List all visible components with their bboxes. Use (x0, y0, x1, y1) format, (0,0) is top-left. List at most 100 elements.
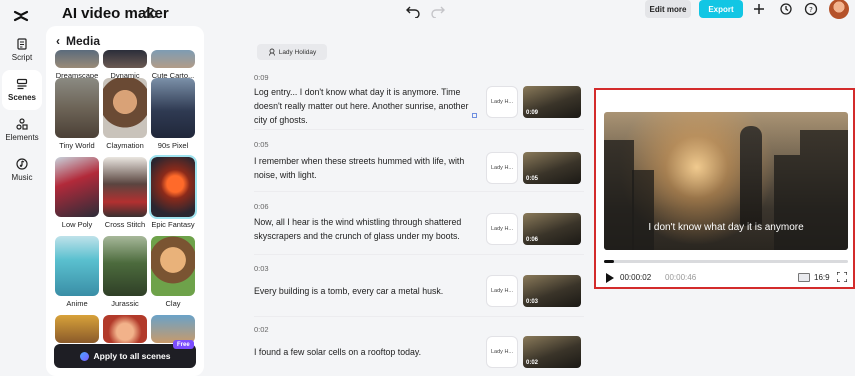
scene-text[interactable]: Every building is a tomb, every car a me… (254, 284, 476, 298)
nav-label-elements: Elements (5, 133, 39, 142)
style-thumb (149, 155, 197, 219)
scene-voice-button[interactable]: Lady H... (486, 275, 518, 307)
scene-text[interactable]: Log entry... I don't know what day it is… (254, 85, 476, 127)
current-time: 00:00:02 (620, 273, 652, 282)
scene-time: 0:06 (254, 202, 269, 211)
scene-row: 0:09 (254, 73, 584, 82)
play-icon[interactable] (606, 273, 614, 283)
scene-thumbnail[interactable]: 0:05 (523, 152, 581, 184)
scene-voice-button[interactable]: Lady H... (486, 86, 518, 118)
style-label: Cross Stitch (104, 220, 146, 229)
cloud-save-icon[interactable] (142, 6, 158, 20)
total-time: 00:00:46 (665, 273, 697, 282)
scene-time: 0:05 (254, 140, 269, 149)
divider (254, 316, 584, 317)
style-label: 90s Pixel (157, 141, 189, 150)
style-label: Claymation (106, 141, 144, 150)
help-icon[interactable]: ? (804, 2, 818, 16)
media-title: Media (66, 34, 101, 48)
scene-row: 0:05 (254, 140, 584, 149)
style-tile-claymation[interactable]: Claymation (103, 78, 147, 150)
style-tile-low-poly[interactable]: Low Poly (55, 157, 99, 229)
scene-row: 0:02 (254, 325, 584, 334)
style-thumb (151, 78, 195, 138)
style-thumb (103, 78, 147, 138)
style-thumb (55, 315, 99, 343)
script-panel: Lady Holiday 0:09 Log entry... I don't k… (206, 26, 594, 376)
fullscreen-icon[interactable] (837, 272, 847, 282)
style-tile-jurassic[interactable]: Jurassic (103, 236, 147, 308)
style-tile-cross-stitch[interactable]: Cross Stitch (103, 157, 147, 229)
style-label: Epic Fantasy (151, 220, 195, 229)
user-avatar[interactable] (829, 0, 849, 19)
free-badge: Free (173, 340, 194, 349)
scene-thumbnail[interactable]: 0:03 (523, 275, 581, 307)
video-player[interactable]: I don't know what day it is anymore (604, 112, 848, 250)
voice-chip[interactable]: Lady Holiday (257, 44, 327, 60)
progress-fill (604, 260, 615, 263)
scene-voice-button[interactable]: Lady H... (486, 152, 518, 184)
style-tile-90s-pixel[interactable]: 90s Pixel (151, 78, 195, 150)
undo-icon[interactable] (405, 4, 421, 18)
style-tile-clay[interactable]: Clay (151, 236, 195, 308)
scene-thumbnail[interactable]: 0:06 (523, 213, 581, 245)
nav-item-scenes[interactable]: Scenes (2, 70, 42, 110)
style-thumb (151, 315, 195, 343)
insert-marker-icon[interactable] (472, 113, 477, 118)
apply-label: Apply to all scenes (93, 351, 171, 361)
history-icon[interactable] (779, 2, 793, 16)
edit-more-button[interactable]: Edit more (645, 0, 691, 18)
svg-text:?: ? (809, 6, 813, 14)
nav-item-elements[interactable]: Elements (2, 110, 42, 150)
music-icon (16, 158, 28, 170)
scene-thumbnail[interactable]: 0:02 (523, 336, 581, 368)
scene-text[interactable]: Now, all I hear is the wind whistling th… (254, 215, 476, 243)
elements-icon (16, 118, 28, 130)
scene-voice-button[interactable]: Lady H... (486, 213, 518, 245)
style-tile-row5-a[interactable] (55, 315, 99, 343)
style-label: Tiny World (59, 141, 95, 150)
style-tile-tiny-world[interactable]: Tiny World (55, 78, 99, 150)
scene-duration: 0:03 (526, 299, 539, 305)
style-tile-row5-c[interactable] (151, 315, 195, 343)
style-label: Jurassic (111, 299, 139, 308)
redo-icon[interactable] (430, 4, 446, 18)
style-tile-dreamscape[interactable]: Dreamscape (55, 50, 99, 80)
style-thumb (151, 236, 195, 296)
building-shape (604, 140, 634, 250)
style-tile-cute-cartoon[interactable]: Cute Carto... (151, 50, 195, 80)
divider (254, 129, 584, 130)
nav-item-music[interactable]: Music (2, 150, 42, 190)
style-thumb (151, 50, 195, 68)
sparkle-icon (79, 351, 89, 361)
scene-text[interactable]: I found a few solar cells on a rooftop t… (254, 345, 476, 359)
nav-item-script[interactable]: Script (2, 30, 42, 70)
aspect-ratio-label[interactable]: 16:9 (814, 273, 830, 282)
scene-voice-button[interactable]: Lady H... (486, 336, 518, 368)
scene-text[interactable]: I remember when these streets hummed wit… (254, 154, 476, 182)
style-label: Low Poly (61, 220, 93, 229)
style-tile-row5-b[interactable] (103, 315, 147, 343)
capcut-logo-icon[interactable] (12, 7, 30, 25)
style-thumb (55, 78, 99, 138)
scene-duration: 0:09 (526, 110, 539, 116)
video-preview-panel: I don't know what day it is anymore 00:0… (594, 88, 855, 289)
style-thumb (55, 50, 99, 68)
playback-progress-bar[interactable] (604, 260, 848, 263)
scene-duration: 0:02 (526, 360, 539, 366)
style-label: Anime (66, 299, 88, 308)
style-label: Clay (165, 299, 181, 308)
style-tile-epic-fantasy[interactable]: Epic Fantasy (149, 155, 197, 229)
style-thumb (103, 236, 147, 296)
style-tile-anime[interactable]: Anime (55, 236, 99, 308)
export-button[interactable]: Export (699, 0, 743, 18)
nav-label-scenes: Scenes (7, 93, 37, 102)
scene-time: 0:03 (254, 264, 269, 273)
scene-thumbnail[interactable]: 0:09 (523, 86, 581, 118)
style-tile-dynamic[interactable]: Dynamic (103, 50, 147, 80)
voice-icon (268, 48, 275, 56)
back-chevron-icon[interactable]: ‹ (56, 34, 60, 48)
aspect-ratio-icon[interactable] (798, 273, 810, 282)
style-thumb (55, 236, 99, 296)
plus-icon[interactable] (752, 2, 766, 16)
